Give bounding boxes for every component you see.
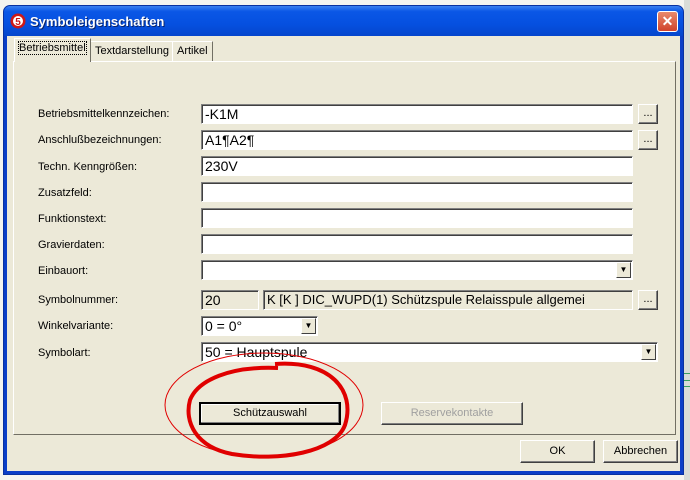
techn-kenngroessen-input[interactable]: 230V	[201, 156, 633, 176]
symbolart-combobox[interactable]: 50 = Hauptspule ▼	[201, 342, 658, 362]
label-symbolnummer: Symbolnummer:	[38, 294, 119, 306]
gravierdaten-input[interactable]	[201, 234, 633, 254]
title-bar[interactable]: 5 Symboleigenschaften ✕	[4, 6, 683, 36]
label-symbolart: Symbolart:	[38, 347, 91, 359]
eplan-app-icon: 5	[10, 13, 26, 29]
symbolnummer-number-field: 20	[201, 290, 259, 310]
label-anschlussbezeichnungen: Anschlußbezeichnungen:	[38, 134, 162, 146]
label-betriebsmittelkennzeichen: Betriebsmittelkennzeichen:	[38, 108, 170, 120]
anschlussbezeichnungen-browse-button[interactable]: ...	[638, 130, 658, 150]
anschlussbezeichnungen-input[interactable]: A1¶A2¶	[201, 130, 633, 150]
abbrechen-button[interactable]: Abbrechen	[603, 440, 678, 463]
zusatzfeld-input[interactable]	[201, 182, 633, 202]
symbolnummer-browse-button[interactable]: ...	[638, 290, 658, 310]
betriebsmittelkennzeichen-input[interactable]: -K1M	[201, 104, 633, 124]
close-icon: ✕	[661, 13, 674, 29]
tab-artikel[interactable]: Artikel	[172, 41, 213, 61]
symbolnummer-description-field: K [K ] DIC_WUPD(1) Schützspule Relaisspu…	[263, 290, 633, 310]
label-funktionstext: Funktionstext:	[38, 213, 107, 225]
tab-label: Textdarstellung	[95, 45, 169, 57]
close-button[interactable]: ✕	[657, 11, 678, 32]
label-zusatzfeld: Zusatzfeld:	[38, 187, 92, 199]
background-line	[684, 386, 690, 387]
tab-label: Betriebsmittel	[18, 41, 87, 55]
label-einbauort: Einbauort:	[38, 265, 89, 277]
winkelvariante-combobox[interactable]: 0 = 0° ▼	[201, 316, 318, 336]
label-gravierdaten: Gravierdaten:	[38, 239, 105, 251]
reservekontakte-button: Reservekontakte	[381, 402, 523, 425]
dialog-client-area: Betriebsmittel Textdarstellung Artikel B…	[7, 36, 680, 471]
betriebsmittelkennzeichen-browse-button[interactable]: ...	[638, 104, 658, 124]
background-line	[684, 380, 690, 381]
tab-betriebsmittel[interactable]: Betriebsmittel	[14, 38, 91, 62]
label-techn-kenngroessen: Techn. Kenngrößen:	[38, 161, 138, 173]
tab-textdarstellung[interactable]: Textdarstellung	[90, 41, 174, 61]
background-desktop	[684, 0, 690, 480]
dropdown-arrow-icon[interactable]: ▼	[301, 318, 316, 334]
svg-text:5: 5	[15, 17, 21, 28]
dropdown-arrow-icon[interactable]: ▼	[641, 344, 656, 360]
winkelvariante-value: 0 = 0°	[205, 318, 243, 334]
dropdown-arrow-icon[interactable]: ▼	[616, 262, 631, 278]
label-winkelvariante: Winkelvariante:	[38, 320, 114, 332]
ok-button[interactable]: OK	[520, 440, 595, 463]
tab-panel-betriebsmittel: Betriebsmittelkennzeichen: -K1M ... Ansc…	[13, 61, 676, 435]
einbauort-combobox[interactable]: ▼	[201, 260, 633, 280]
funktionstext-input[interactable]	[201, 208, 633, 228]
dialog-window: 5 Symboleigenschaften ✕ Betriebsmittel T…	[3, 5, 684, 475]
symbolart-value: 50 = Hauptspule	[205, 344, 308, 360]
background-line	[684, 373, 690, 374]
tab-label: Artikel	[177, 45, 208, 57]
window-title: Symboleigenschaften	[30, 14, 165, 29]
schuetzauswahl-button[interactable]: Schützauswahl	[199, 402, 341, 425]
